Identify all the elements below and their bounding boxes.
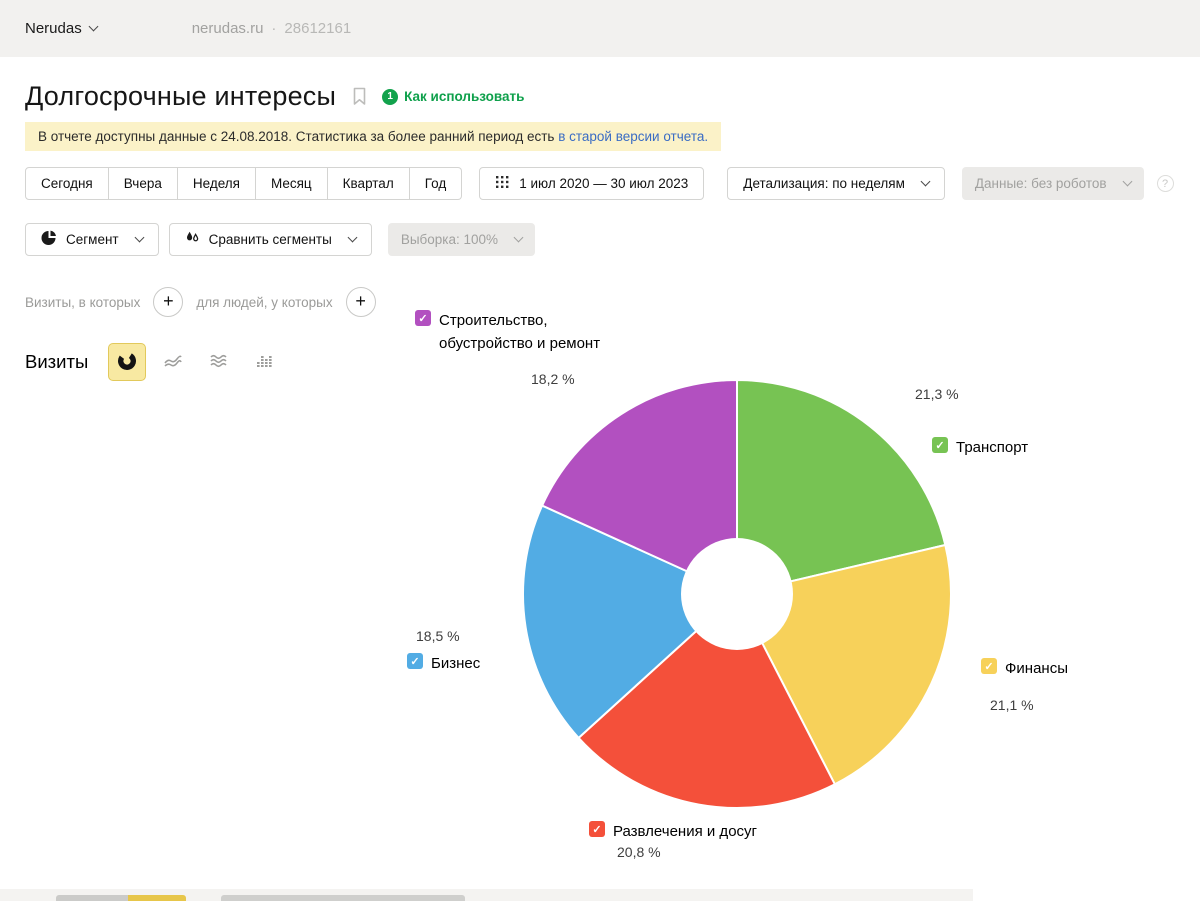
checkbox-business[interactable]: ✓ (407, 653, 423, 669)
percent-entertainment: 20,8 % (617, 844, 661, 860)
percent-construction: 18,2 % (531, 371, 575, 387)
how-to-use-label: Как использовать (404, 89, 524, 104)
legend-label-business: Бизнес (431, 652, 480, 675)
sampling-button[interactable]: Выборка: 100% (388, 223, 535, 256)
page-title: Долгосрочные интересы (25, 81, 336, 112)
legend-item-business: ✓ Бизнес (407, 652, 480, 675)
legend-label-transport: Транспорт (956, 436, 1028, 459)
drops-compare-icon (185, 231, 200, 248)
chevron-down-icon (347, 233, 357, 243)
sampling-label: Выборка: 100% (401, 232, 498, 247)
chevron-down-icon (88, 22, 98, 32)
date-range-button[interactable]: 1 июл 2020 — 30 июл 2023 (479, 167, 704, 200)
bottom-cutoff-strip (0, 889, 973, 901)
site-info: nerudas.ru · 28612161 (192, 20, 351, 37)
period-month-button[interactable]: Месяц (256, 167, 328, 200)
period-week-button[interactable]: Неделя (178, 167, 256, 200)
checkbox-entertainment[interactable]: ✓ (589, 821, 605, 837)
period-today-button[interactable]: Сегодня (25, 167, 109, 200)
calendar-grid-icon (495, 175, 510, 192)
data-notice-banner: В отчете доступны данные с 24.08.2018. С… (25, 122, 721, 151)
percent-transport: 21,3 % (915, 386, 959, 402)
title-row: Долгосрочные интересы 1 Как использовать (25, 81, 1175, 112)
segment-toolbar: Сегмент Сравнить сегменты Выборка: 100% (25, 223, 1175, 256)
data-mode-label: Данные: без роботов (975, 176, 1107, 191)
legend-label-entertainment: Развлечения и досуг (613, 820, 757, 843)
help-question-icon[interactable]: ? (1157, 175, 1174, 192)
pie-segment-icon (41, 230, 57, 249)
counter-switcher[interactable]: Nerudas (25, 20, 97, 37)
pie-chart-region: ✓ Строительство, обустройство и ремонт 1… (0, 280, 1200, 892)
top-bar: Nerudas nerudas.ru · 28612161 (0, 0, 1200, 57)
how-to-use-link[interactable]: 1 Как использовать (382, 89, 524, 105)
chevron-down-icon (1122, 177, 1132, 187)
compare-segments-button[interactable]: Сравнить сегменты (169, 223, 372, 256)
detalization-label: Детализация: по неделям (743, 176, 905, 191)
checkbox-transport[interactable]: ✓ (932, 437, 948, 453)
segment-label: Сегмент (66, 232, 119, 247)
compare-segments-label: Сравнить сегменты (209, 232, 332, 247)
chevron-down-icon (134, 233, 144, 243)
bottom-strip-segment (56, 895, 128, 901)
checkbox-construction[interactable]: ✓ (415, 310, 431, 326)
date-range-label: 1 июл 2020 — 30 июл 2023 (519, 176, 688, 191)
separator-dot: · (271, 20, 276, 37)
old-report-link[interactable]: в старой версии отчета. (558, 129, 708, 144)
counter-id: 28612161 (284, 20, 351, 37)
bottom-strip-segment (221, 895, 465, 901)
legend-label-finance: Финансы (1005, 657, 1068, 680)
data-mode-button[interactable]: Данные: без роботов (962, 167, 1144, 200)
bottom-strip-segment (128, 895, 186, 901)
period-toolbar: Сегодня Вчера Неделя Месяц Квартал Год 1… (25, 167, 1175, 200)
donut-hole (681, 538, 793, 650)
legend-item-finance: ✓ Финансы (981, 657, 1068, 680)
percent-finance: 21,1 % (990, 697, 1034, 713)
banner-text: В отчете доступны данные с 24.08.2018. С… (38, 129, 554, 144)
legend-item-entertainment: ✓ Развлечения и досуг (589, 820, 757, 843)
period-yesterday-button[interactable]: Вчера (109, 167, 178, 200)
percent-business: 18,5 % (416, 628, 460, 644)
segment-button[interactable]: Сегмент (25, 223, 159, 256)
chevron-down-icon (920, 177, 930, 187)
legend-item-transport: ✓ Транспорт (932, 436, 1028, 459)
legend-label-construction: Строительство, обустройство и ремонт (439, 309, 619, 356)
checkbox-finance[interactable]: ✓ (981, 658, 997, 674)
counter-name: Nerudas (25, 20, 82, 37)
info-badge-icon: 1 (382, 89, 398, 105)
bookmark-icon[interactable] (351, 86, 368, 107)
period-button-group: Сегодня Вчера Неделя Месяц Квартал Год (25, 167, 462, 200)
pie-chart (512, 369, 962, 819)
detalization-button[interactable]: Детализация: по неделям (727, 167, 945, 200)
period-quarter-button[interactable]: Квартал (328, 167, 410, 200)
period-year-button[interactable]: Год (410, 167, 463, 200)
chevron-down-icon (514, 233, 524, 243)
legend-item-construction: ✓ Строительство, обустройство и ремонт (415, 309, 619, 356)
site-domain: nerudas.ru (192, 20, 264, 37)
